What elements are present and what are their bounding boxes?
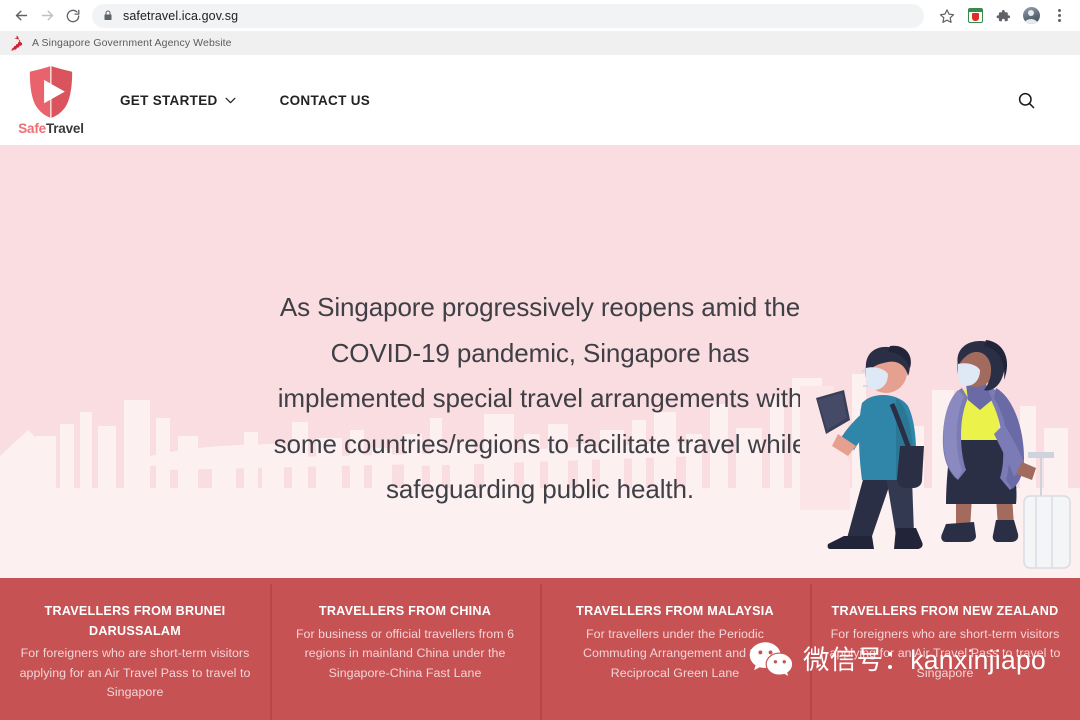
card-description: For foreigners who are short-term visito… — [829, 626, 1061, 680]
forward-arrow-icon — [41, 10, 53, 21]
lock-icon — [104, 10, 112, 20]
chevron-down-icon — [225, 97, 236, 103]
puzzle-piece-icon — [996, 9, 1011, 21]
avatar-icon — [1022, 7, 1040, 24]
nav-item-contact-us[interactable]: CONTACT US — [280, 93, 371, 108]
search-icon — [1018, 92, 1034, 108]
back-arrow-icon — [15, 10, 27, 21]
extension-badge-button[interactable] — [962, 3, 988, 29]
nav-item-get-started-label: GET STARTED — [120, 92, 218, 108]
reload-button[interactable] — [60, 3, 86, 29]
forward-button[interactable] — [34, 3, 60, 29]
logo-word-travel: Travel — [45, 121, 84, 136]
main-navigation: GET STARTED CONTACT US — [120, 93, 414, 108]
two-masked-travellers-illustration — [800, 340, 1071, 569]
government-banner-text: A Singapore Government Agency Website — [32, 37, 232, 49]
female-traveller-figure — [941, 340, 1071, 569]
card-title: TRAVELLERS FROM BRUNEI DARUSSALAM — [44, 604, 226, 638]
page-root: safetravel.ica.gov.sg A Singapore Govern… — [0, 0, 1080, 720]
kebab-menu-icon — [1057, 9, 1061, 22]
government-banner: A Singapore Government Agency Website — [0, 31, 1080, 55]
card-china[interactable]: TRAVELLERS FROM CHINA For business or of… — [270, 578, 540, 720]
traveller-cards: TRAVELLERS FROM BRUNEI DARUSSALAM For fo… — [0, 578, 1080, 720]
profile-button[interactable] — [1018, 3, 1044, 29]
card-title: TRAVELLERS FROM CHINA — [318, 604, 492, 618]
toolbar-actions — [932, 3, 1072, 29]
star-icon — [939, 8, 955, 23]
site-header: SafeTravel GET STARTED CONTACT US — [0, 55, 1080, 145]
back-button[interactable] — [8, 3, 34, 29]
card-description: For foreigners who are short-term visito… — [19, 646, 251, 699]
card-description: For travellers under the Periodic Commut… — [583, 626, 767, 680]
card-title: TRAVELLERS FROM MALAYSIA — [576, 604, 774, 618]
nav-item-get-started[interactable]: GET STARTED — [120, 93, 236, 108]
singapore-lion-icon — [10, 35, 23, 51]
logo-word-safe: Safe — [18, 121, 46, 136]
bookmark-button[interactable] — [934, 3, 960, 29]
reload-icon — [66, 9, 80, 22]
url-text: safetravel.ica.gov.sg — [123, 8, 239, 23]
hero-paragraph: As Singapore progressively reopens amid … — [273, 292, 807, 504]
safetravel-shield-icon — [29, 66, 73, 118]
search-button[interactable] — [1013, 87, 1039, 113]
card-description: For business or official travellers from… — [295, 626, 515, 680]
nav-item-contact-us-label: CONTACT US — [279, 92, 371, 108]
card-malaysia[interactable]: TRAVELLERS FROM MALAYSIA For travellers … — [540, 578, 810, 720]
card-brunei[interactable]: TRAVELLERS FROM BRUNEI DARUSSALAM For fo… — [0, 578, 270, 720]
hero-section: As Singapore progressively reopens amid … — [0, 145, 1080, 578]
card-title: TRAVELLERS FROM NEW ZEALAND — [831, 604, 1059, 618]
browser-toolbar: safetravel.ica.gov.sg — [0, 0, 1080, 31]
extension-badge-icon — [967, 8, 983, 23]
card-new-zealand[interactable]: TRAVELLERS FROM NEW ZEALAND For foreigne… — [810, 578, 1080, 720]
chrome-menu-button[interactable] — [1046, 3, 1072, 29]
address-bar[interactable]: safetravel.ica.gov.sg — [92, 3, 924, 28]
site-logo[interactable]: SafeTravel — [12, 64, 90, 136]
extensions-button[interactable] — [990, 3, 1016, 29]
logo-wordmark: SafeTravel — [18, 121, 84, 136]
